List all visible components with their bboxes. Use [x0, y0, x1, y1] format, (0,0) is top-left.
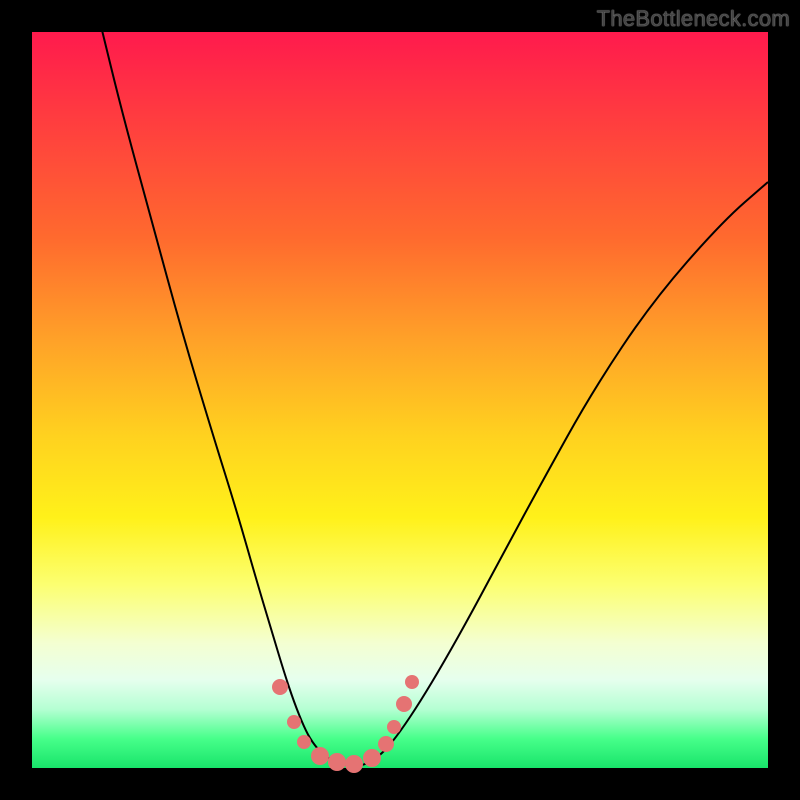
- data-marker: [405, 675, 419, 689]
- data-marker: [297, 735, 311, 749]
- marker-group: [272, 675, 419, 773]
- bottleneck-curve-left: [100, 22, 354, 766]
- data-marker: [363, 749, 381, 767]
- data-marker: [311, 747, 329, 765]
- plot-area: [32, 32, 768, 768]
- watermark-text: TheBottleneck.com: [597, 6, 790, 32]
- chart-container: { "watermark": "TheBottleneck.com", "col…: [0, 0, 800, 800]
- data-marker: [396, 696, 412, 712]
- data-marker: [345, 755, 363, 773]
- data-marker: [272, 679, 288, 695]
- data-marker: [328, 753, 346, 771]
- data-marker: [387, 720, 401, 734]
- data-marker: [287, 715, 301, 729]
- curve-svg: [32, 32, 768, 768]
- data-marker: [378, 736, 394, 752]
